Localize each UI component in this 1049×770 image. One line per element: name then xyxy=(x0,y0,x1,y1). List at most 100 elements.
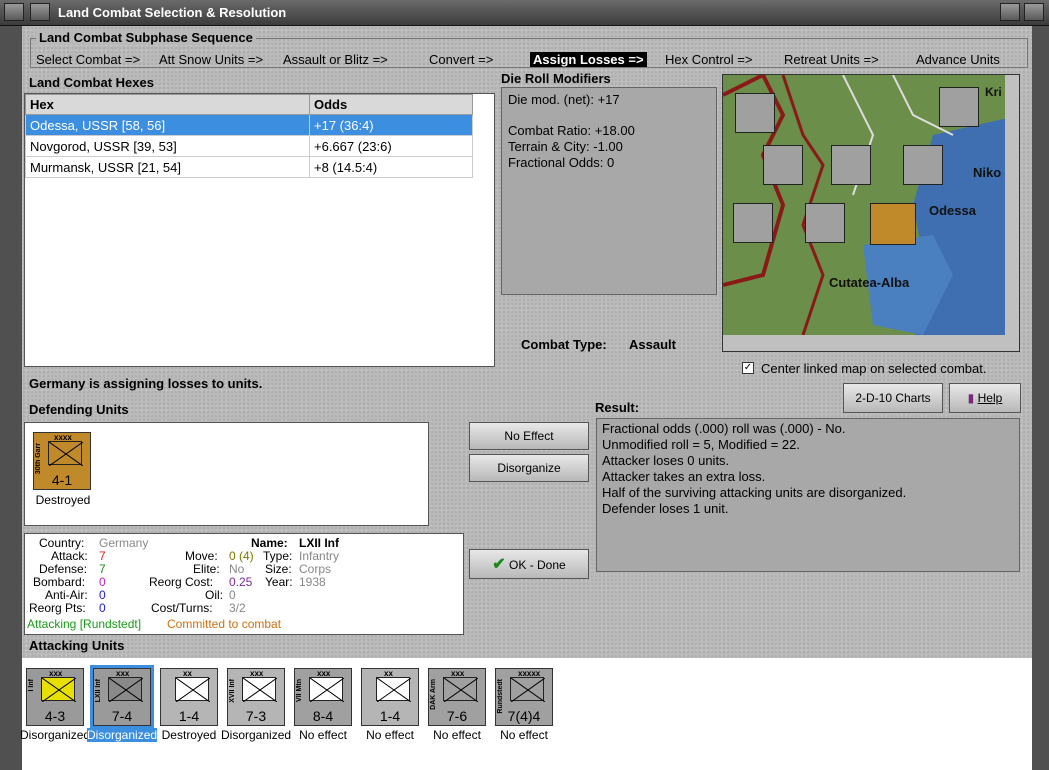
odds-cell: +6.667 (23:6) xyxy=(309,135,473,157)
unit-type-icon xyxy=(309,677,345,703)
unit-strength: 7-3 xyxy=(245,708,267,724)
attacking-unit-status: No effect xyxy=(433,728,481,742)
defending-unit-counter[interactable]: xxxx 30th Garr 4-1 xyxy=(33,432,91,490)
attacking-unit-counter[interactable]: xx 1-4 xyxy=(160,668,218,726)
unit-name: XVII Inf xyxy=(229,679,236,703)
defending-heading: Defending Units xyxy=(29,402,129,417)
result-line: Half of the surviving attacking units ar… xyxy=(602,485,907,500)
hex-row[interactable]: Novgorod, USSR [39, 53] +6.667 (23:6) xyxy=(25,135,473,157)
attack-value: 7 xyxy=(99,549,106,563)
die-mod-net: Die mod. (net): +17 xyxy=(508,92,620,107)
ok-done-button[interactable]: ✔ OK - Done xyxy=(469,549,589,579)
phase-item: Assault or Blitz => xyxy=(283,52,388,67)
map-counter[interactable] xyxy=(831,145,871,185)
result-line: Defender loses 1 unit. xyxy=(602,501,729,516)
oil-value: 0 xyxy=(229,588,236,602)
assign-message: Germany is assigning losses to units. xyxy=(29,376,263,391)
unit-name: VII Mtn xyxy=(296,679,303,702)
unit-name: DAK Arm xyxy=(430,679,437,710)
left-border xyxy=(0,26,22,770)
map-label-odessa: Odessa xyxy=(929,203,976,218)
elite-label: Elite: xyxy=(193,562,220,576)
unit-type-icon xyxy=(443,677,479,703)
result-box: Fractional odds (.000) roll was (.000) -… xyxy=(596,418,1020,572)
defending-unit-status: Destroyed xyxy=(35,493,91,507)
attacking-status: Attacking [Rundstedt] xyxy=(27,617,142,631)
size-value: Corps xyxy=(299,562,332,576)
bombard-value: 0 xyxy=(99,575,106,589)
help-label: Help xyxy=(977,391,1003,405)
oil-label: Oil: xyxy=(205,588,223,602)
close-icon[interactable] xyxy=(1024,3,1044,21)
title-bar: Land Combat Selection & Resolution xyxy=(0,0,1049,26)
elite-value: No xyxy=(229,562,245,576)
defense-value: 7 xyxy=(99,562,106,576)
maximize-icon[interactable] xyxy=(1000,3,1020,21)
attacking-unit-counter[interactable]: xxxxx Rundstedt 7(4)4 xyxy=(495,668,553,726)
map-counter[interactable] xyxy=(763,145,803,185)
attacking-units-box: xxx I Inf 4-3 Disorganized xxx LXII Inf 7-4 Dis… xyxy=(20,658,1032,770)
name-label: Name: xyxy=(251,536,288,550)
reorg-cost-label: Reorg Cost: xyxy=(149,575,214,589)
column-header-odds[interactable]: Odds xyxy=(309,94,473,115)
size-label: Size: xyxy=(265,562,292,576)
hex-row[interactable]: Murmansk, USSR [21, 54] +8 (14.5:4) xyxy=(25,156,473,178)
attacking-unit-status: Destroyed xyxy=(161,728,217,742)
map-counter[interactable] xyxy=(733,203,773,243)
fractional-odds: Fractional Odds: 0 xyxy=(508,155,615,170)
attacking-heading: Attacking Units xyxy=(29,638,125,653)
linked-map[interactable]: Odessa Cutatea-Alba Niko Kri xyxy=(722,74,1020,352)
right-border xyxy=(1032,26,1049,770)
phase-item: Hex Control => xyxy=(665,52,753,67)
unit-type-icon xyxy=(376,677,412,703)
checkmark-icon: ✔ xyxy=(492,556,506,573)
map-counter[interactable] xyxy=(903,145,943,185)
center-map-checkbox[interactable]: ✓ xyxy=(742,362,754,374)
map-counter[interactable] xyxy=(805,203,845,243)
type-value: Infantry xyxy=(299,549,340,563)
move-label: Move: xyxy=(185,549,218,563)
attacking-unit-counter[interactable]: xxx LXII Inf 7-4 xyxy=(90,665,154,729)
attacking-unit-counter[interactable]: xxx VII Mtn 8-4 xyxy=(294,668,352,726)
hexes-table-box: Hex Odds Odessa, USSR [58, 56] +17 (36:4)… xyxy=(24,93,495,367)
disorganize-button[interactable]: Disorganize xyxy=(469,454,589,482)
hex-row[interactable]: Odessa, USSR [58, 56] +17 (36:4) xyxy=(25,114,473,136)
cost-label: Cost/Turns: xyxy=(151,601,213,615)
unit-strength: 8-4 xyxy=(312,708,334,724)
attacking-unit-counter[interactable]: xxx DAK Arm 7-6 xyxy=(428,668,486,726)
map-counter[interactable] xyxy=(735,93,775,133)
attacking-unit-counter[interactable]: xx 1-4 xyxy=(361,668,419,726)
phase-item: Convert => xyxy=(429,52,494,67)
attacking-unit-status: Disorganized xyxy=(20,728,91,742)
unit-strength: 1-4 xyxy=(178,708,200,724)
minimize-icon[interactable] xyxy=(30,3,50,21)
ok-done-label: OK - Done xyxy=(509,558,566,572)
system-menu-icon[interactable] xyxy=(4,3,24,21)
unit-name: LXII Inf xyxy=(95,679,102,703)
modifiers-box: Die mod. (net): +17 Combat Ratio: +18.00… xyxy=(501,87,717,295)
map-label-niko: Niko xyxy=(973,165,1002,180)
map-label-kri: Kri xyxy=(985,85,1002,99)
attacking-unit-counter[interactable]: xxx I Inf 4-3 xyxy=(26,668,84,726)
hex-cell: Odessa, USSR [58, 56] xyxy=(25,114,310,136)
column-header-hex[interactable]: Hex xyxy=(25,94,310,115)
combat-type-label: Combat Type: xyxy=(521,337,607,352)
help-button[interactable]: ▮ Help xyxy=(949,383,1021,413)
odds-cell: +8 (14.5:4) xyxy=(309,156,473,178)
phase-sequence-heading: Land Combat Subphase Sequence xyxy=(36,30,256,45)
map-counter[interactable] xyxy=(939,87,979,127)
attacking-unit-status: Disorganized xyxy=(221,728,292,742)
odds-cell: +17 (36:4) xyxy=(309,114,473,136)
attacking-unit-status: Disorganized xyxy=(87,728,158,742)
map-counter-defender[interactable] xyxy=(870,203,916,245)
book-icon: ▮ xyxy=(967,391,975,405)
antiair-value: 0 xyxy=(99,588,106,602)
no-effect-button[interactable]: No Effect xyxy=(469,422,589,450)
charts-button[interactable]: 2-D-10 Charts xyxy=(843,383,943,413)
attacking-unit-counter[interactable]: xxx XVII Inf 7-3 xyxy=(227,668,285,726)
reorg-value: 0 xyxy=(99,601,106,615)
type-label: Type: xyxy=(263,549,293,563)
modifiers-heading: Die Roll Modifiers xyxy=(501,71,611,86)
phase-item: Att Snow Units => xyxy=(159,52,264,67)
phase-item: Assign Losses => xyxy=(530,52,647,67)
